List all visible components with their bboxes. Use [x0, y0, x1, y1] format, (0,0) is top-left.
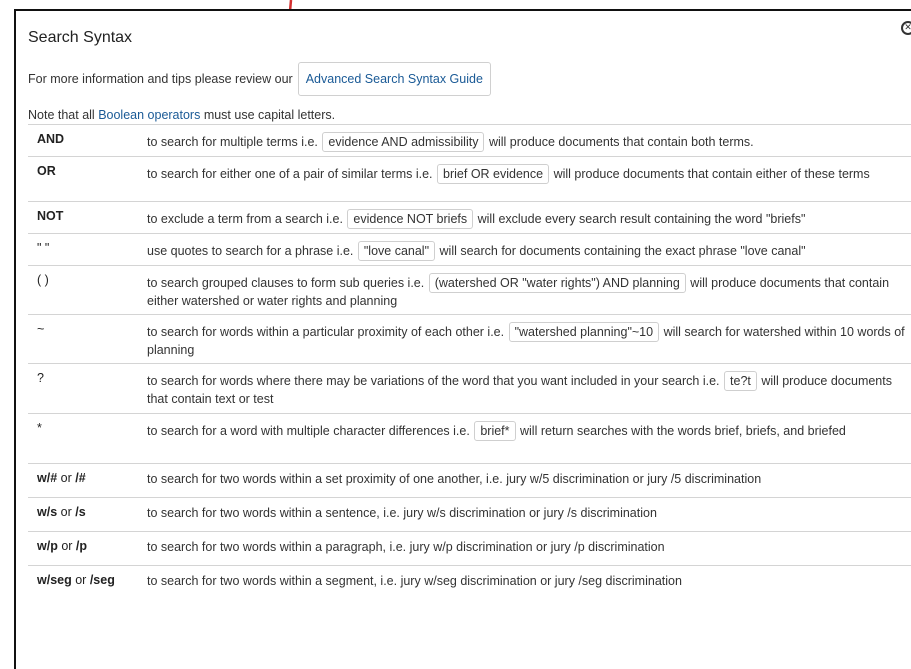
- description-text: will search for documents containing the…: [439, 244, 806, 258]
- description-cell: use quotes to search for a phrase i.e. "…: [147, 233, 911, 266]
- table-row: ( ) to search grouped clauses to form su…: [28, 265, 911, 315]
- operator-cell: *: [28, 413, 147, 464]
- panel-title: Search Syntax: [28, 29, 133, 46]
- operator-alt: /s: [75, 505, 86, 519]
- table-row: AND to search for multiple terms i.e. ev…: [28, 124, 911, 157]
- operator-cell: ( ): [28, 265, 147, 315]
- operator-or: or: [57, 471, 76, 485]
- table-row: ? to search for words where there may be…: [28, 363, 911, 414]
- description-text: will produce documents that contain both…: [488, 135, 754, 149]
- description-cell: to search for words where there may be v…: [147, 363, 911, 414]
- boolean-operators-link[interactable]: Boolean operators: [98, 108, 200, 122]
- operator-cell: w/p or /p: [28, 531, 147, 566]
- example-query: brief*: [474, 421, 516, 441]
- operator-or: or: [57, 539, 76, 553]
- operator-alt: /p: [75, 539, 88, 553]
- example-query: (watershed OR "water rights") AND planni…: [428, 273, 686, 293]
- description-text: use quotes to search for a phrase i.e.: [147, 244, 354, 258]
- description-text: to search for words within a particular …: [147, 325, 505, 339]
- operator-cell: " ": [28, 233, 147, 266]
- operator-cell: w/# or /#: [28, 463, 147, 498]
- description-cell: to search for two words within a sentenc…: [147, 497, 911, 532]
- example-query: evidence NOT briefs: [347, 209, 474, 229]
- description-text: to exclude a term from a search i.e.: [147, 212, 343, 226]
- operator-cell: w/s or /s: [28, 497, 147, 532]
- note-text-after: must use capital letters.: [200, 108, 336, 122]
- operator-primary: w/s: [37, 505, 58, 519]
- description-cell: to search for a word with multiple chara…: [147, 413, 911, 464]
- operator-cell: ~: [28, 314, 147, 364]
- operator-primary: w/p: [37, 539, 58, 553]
- description-text: will produce documents that contain eith…: [553, 167, 870, 181]
- description-text: to search for either one of a pair of si…: [147, 167, 433, 181]
- advanced-search-syntax-guide-button[interactable]: Advanced Search Syntax Guide: [297, 62, 491, 96]
- description-cell: to search grouped clauses to form sub qu…: [147, 265, 911, 315]
- description-cell: to search for multiple terms i.e. eviden…: [147, 124, 911, 157]
- description-cell: to search for two words within a segment…: [147, 565, 911, 600]
- table-row: OR to search for either one of a pair of…: [28, 156, 911, 202]
- syntax-table: AND to search for multiple terms i.e. ev…: [28, 124, 911, 600]
- description-text: will return searches with the words brie…: [520, 424, 846, 438]
- table-row: w/seg or /seg to search for two words wi…: [28, 565, 911, 600]
- table-row: w/s or /s to search for two words within…: [28, 497, 911, 532]
- operator-primary: w/seg: [37, 573, 72, 587]
- operator-or: or: [71, 573, 90, 587]
- boolean-note: Note that all Boolean operators must use…: [28, 108, 335, 122]
- example-query: evidence AND admissibility: [322, 132, 485, 152]
- description-cell: to search for two words within a set pro…: [147, 463, 911, 498]
- description-cell: to exclude a term from a search i.e. evi…: [147, 201, 911, 234]
- description-text: to search for words where there may be v…: [147, 374, 720, 388]
- operator-or: or: [57, 505, 76, 519]
- operator-cell: ?: [28, 363, 147, 414]
- operator-cell: w/seg or /seg: [28, 565, 147, 600]
- description-text: to search for multiple terms i.e.: [147, 135, 318, 149]
- close-icon[interactable]: ✕: [901, 21, 911, 35]
- operator-alt: /seg: [89, 573, 115, 587]
- operator-alt: /#: [75, 471, 86, 485]
- description-cell: to search for words within a particular …: [147, 314, 911, 364]
- operator-cell: OR: [28, 156, 147, 202]
- operator-cell: NOT: [28, 201, 147, 234]
- example-query: brief OR evidence: [437, 164, 550, 184]
- description-cell: to search for two words within a paragra…: [147, 531, 911, 566]
- example-query: te?t: [724, 371, 757, 391]
- description-cell: to search for either one of a pair of si…: [147, 156, 911, 202]
- table-row: * to search for a word with multiple cha…: [28, 413, 911, 464]
- description-text: to search for a word with multiple chara…: [147, 424, 470, 438]
- intro-text: For more information and tips please rev…: [28, 72, 293, 86]
- table-row: NOT to exclude a term from a search i.e.…: [28, 201, 911, 234]
- description-text: to search grouped clauses to form sub qu…: [147, 276, 425, 290]
- operator-primary: w/#: [37, 471, 58, 485]
- operator-cell: AND: [28, 124, 147, 157]
- table-row: ~ to search for words within a particula…: [28, 314, 911, 364]
- description-text: will exclude every search result contain…: [477, 212, 806, 226]
- table-row: w/# or /# to search for two words within…: [28, 463, 911, 498]
- table-row: " " use quotes to search for a phrase i.…: [28, 233, 911, 266]
- table-row: w/p or /p to search for two words within…: [28, 531, 911, 566]
- example-query: "love canal": [357, 241, 436, 261]
- note-text-before: Note that all: [28, 108, 99, 122]
- search-syntax-panel: ✕ Search Syntax For more information and…: [14, 9, 911, 669]
- intro-line: For more information and tips please rev…: [28, 62, 491, 96]
- example-query: "watershed planning"~10: [508, 322, 660, 342]
